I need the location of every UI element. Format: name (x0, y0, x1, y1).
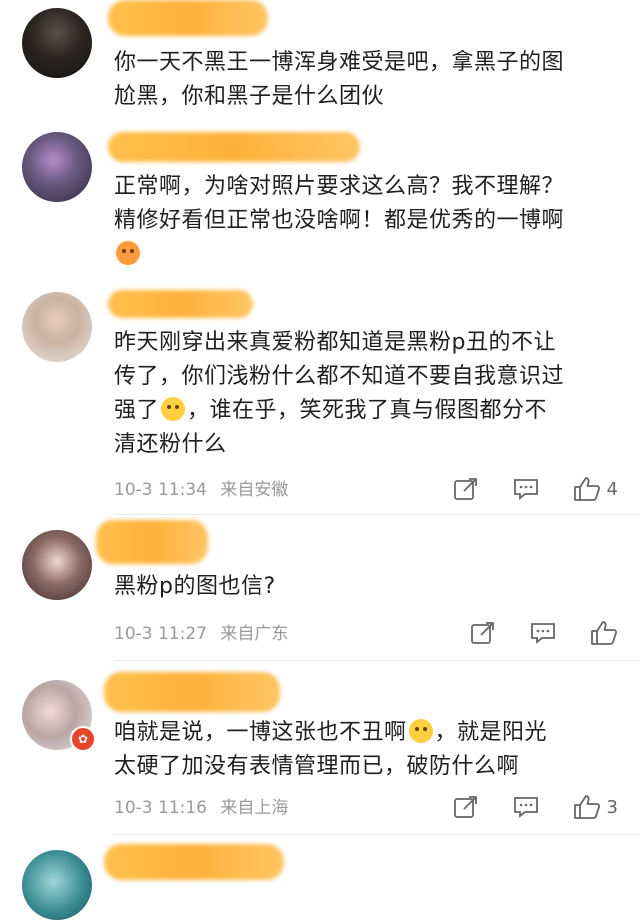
comment-line: 精修好看但正常也没啥啊！都是优秀的一博啊 (114, 208, 565, 233)
comment-line: 太硬了加没有表情管理而已，破防什么啊 (114, 754, 520, 779)
comment-line: 咱就是说，一博这张也不丑啊 ，就是阳光 (114, 716, 624, 750)
divider (114, 834, 640, 835)
username-redacted[interactable] (96, 520, 208, 564)
comment-fragment: ，谁在乎，笑死我了真与假图都分不 (187, 398, 548, 423)
comment-text: 咱就是说，一博这张也不丑啊 ，就是阳光 太硬了加没有表情管理而已，破防什么啊 (114, 716, 624, 784)
laugh-cry-emoji-icon (161, 397, 186, 421)
location: 来自安徽 (220, 480, 289, 500)
comment-text: 你一天不黑王一博浑身难受是吧，拿黑子的图 尬黑，你和黑子是什么团伙 (114, 46, 624, 114)
comment-line: 昨天刚穿出来真爱粉都知道是黑粉p丑的不让 (114, 330, 556, 355)
share-icon (471, 622, 494, 644)
verified-badge-icon: ✿ (70, 726, 96, 752)
comment-fragment: 强了 (114, 398, 160, 423)
comment-meta: 10-3 11:27 来自广东 (114, 622, 288, 646)
thumbs-up-icon (573, 795, 600, 819)
hug-emoji-icon (116, 241, 140, 265)
comment-line: 尬黑，你和黑子是什么团伙 (114, 84, 385, 109)
comment-line: 黑粉p的图也信? (114, 574, 276, 599)
reply-button[interactable] (513, 795, 539, 819)
timestamp: 10-3 11:16 (114, 798, 207, 818)
like-button[interactable] (590, 620, 618, 646)
comment-line: 你一天不黑王一博浑身难受是吧，拿黑子的图 (114, 50, 565, 75)
reply-button[interactable] (513, 477, 539, 501)
comment-line: 传了，你们浅粉什么都不知道不要自我意识过 (114, 364, 565, 389)
comment-text: 正常啊，为啥对照片要求这么高？我不理解？ 精修好看但正常也没啥啊！都是优秀的一博… (114, 170, 624, 272)
comment-actions: 3 (453, 794, 618, 820)
comment-meta: 10-3 11:16 来自上海 (114, 796, 288, 820)
location: 来自上海 (220, 798, 289, 818)
username-redacted[interactable] (104, 844, 284, 880)
comment-line: 清还粉什么 (114, 432, 227, 457)
comment-icon (531, 623, 555, 644)
divider (114, 514, 640, 515)
share-button[interactable] (453, 795, 479, 819)
avatar[interactable] (22, 530, 92, 600)
comment-fragment: 咱就是说，一博这张也不丑啊 (114, 720, 407, 745)
like-count: 4 (606, 478, 618, 500)
username-redacted[interactable] (108, 132, 360, 162)
comment-text: 昨天刚穿出来真爱粉都知道是黑粉p丑的不让 传了，你们浅粉什么都不知道不要自我意识… (114, 326, 624, 462)
share-button[interactable] (453, 477, 479, 501)
avatar[interactable] (22, 850, 92, 920)
share-button[interactable] (470, 621, 496, 645)
comment-icon (513, 797, 538, 818)
like-button[interactable]: 4 (573, 476, 618, 502)
divider (114, 660, 640, 661)
avatar[interactable] (22, 8, 92, 78)
comment-line (114, 238, 624, 272)
comment-icon (513, 479, 538, 500)
timestamp: 10-3 11:27 (114, 624, 207, 644)
comment-text: 黑粉p的图也信? (114, 570, 624, 604)
like-button[interactable]: 3 (573, 794, 618, 820)
comment-line: 强了 ，谁在乎，笑死我了真与假图都分不 (114, 394, 624, 428)
comment-actions: 4 (453, 476, 618, 502)
comment-fragment: ，就是阳光 (434, 720, 548, 745)
timestamp: 10-3 11:34 (114, 480, 207, 500)
thumbs-up-icon (591, 621, 618, 645)
laugh-cry-emoji-icon (408, 719, 433, 743)
avatar[interactable] (22, 132, 92, 202)
username-redacted[interactable] (104, 672, 280, 712)
thumbs-up-icon (573, 477, 600, 501)
comment-actions (470, 620, 618, 646)
reply-button[interactable] (530, 621, 556, 645)
username-redacted[interactable] (108, 290, 253, 318)
location: 来自广东 (220, 624, 289, 644)
like-count: 3 (606, 796, 618, 818)
username-redacted[interactable] (108, 0, 268, 36)
comment-meta: 10-3 11:34 来自安徽 (114, 478, 288, 502)
share-icon (453, 796, 477, 818)
comment-line: 正常啊，为啥对照片要求这么高？我不理解？ (114, 174, 565, 199)
avatar[interactable] (22, 292, 92, 362)
share-icon (453, 478, 477, 500)
